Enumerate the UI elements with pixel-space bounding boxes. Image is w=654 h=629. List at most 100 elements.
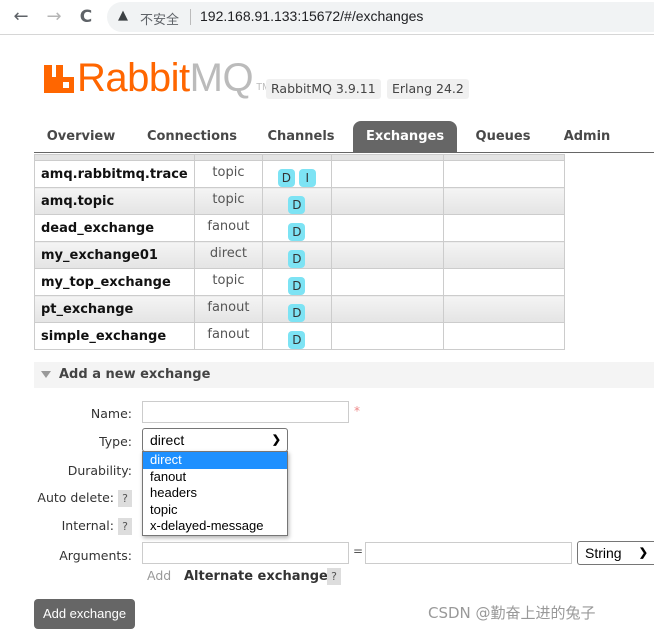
browser-toolbar: ← → C ▲ 不安全 192.168.91.133:15672/#/excha… [0,0,654,35]
exchange-features: D [262,295,332,323]
argument-value-input[interactable] [365,542,572,564]
exchange-name-link[interactable]: my_top_exchange [34,268,195,296]
durable-badge: D [288,223,306,241]
exchange-name-input[interactable] [142,401,349,423]
address-bar[interactable]: ▲ 不安全 192.168.91.133:15672/#/exchanges [107,2,654,32]
exchange-type: topic [193,268,264,296]
chevron-down-icon: ❯ [271,434,281,446]
forward-arrow-icon[interactable]: → [43,6,65,28]
durable-badge: D [288,196,306,214]
message-rate-in [330,160,444,188]
message-rate-in [330,187,444,215]
erlang-version-badge: Erlang 24.2 [387,79,469,99]
tab-admin[interactable]: Admin [550,121,624,153]
internal-label: Internal:? [20,518,132,535]
exchange-features: DI [262,160,332,188]
section-title: Add a new exchange [59,367,211,382]
table-row: dead_exchange fanout D [34,214,566,242]
type-option-topic[interactable]: topic [143,502,287,519]
rabbitmq-version-badge: RabbitMQ 3.9.11 [266,79,381,99]
durable-badge: D [288,304,306,322]
exchange-type: fanout [193,322,264,350]
add-exchange-section-toggle[interactable]: Add a new exchange [34,362,654,388]
exchange-name-link[interactable]: dead_exchange [34,214,195,242]
exchange-features: D [262,187,332,215]
message-rate-out [442,160,566,188]
durable-badge: D [288,250,306,268]
exchange-name-link[interactable]: pt_exchange [34,295,195,323]
type-option-fanout[interactable]: fanout [143,469,287,486]
table-row: amq.topic topic D [34,187,566,215]
divider [190,9,191,25]
add-exchange-button[interactable]: Add exchange [34,599,135,629]
internal-help-icon[interactable]: ? [118,518,132,535]
message-rate-in [330,322,444,350]
exchange-features: D [262,268,332,296]
message-rate-in [330,214,444,242]
message-rate-out [442,187,566,215]
exchange-name-link[interactable]: amq.topic [34,187,195,215]
message-rate-out [442,322,566,350]
exchange-name-link[interactable]: my_exchange01 [34,241,195,269]
exchanges-table: amq.rabbitmq.trace topic DI amq.topic to… [34,154,566,350]
alternate-exchange-link[interactable]: Alternate exchange [184,569,328,584]
collapse-triangle-icon [41,371,51,378]
alternate-exchange-help-icon[interactable]: ? [327,568,341,585]
exchange-type: fanout [193,295,264,323]
durable-badge: D [277,169,295,187]
reload-icon[interactable]: C [75,6,97,28]
message-rate-out [442,241,566,269]
durable-badge: D [288,277,306,295]
watermark: CSDN @勤奋上进的兔子 [428,604,596,622]
back-arrow-icon[interactable]: ← [10,6,32,28]
url-text[interactable]: 192.168.91.133:15672/#/exchanges [200,8,423,24]
tab-channels[interactable]: Channels [256,121,346,153]
exchange-features: D [262,214,332,242]
exchange-type: direct [193,241,264,269]
auto-delete-help-icon[interactable]: ? [118,490,132,507]
auto-delete-label: Auto delete:? [20,490,132,507]
logo-text-mq: MQ [189,56,254,100]
rabbit-logo-icon [44,65,74,93]
auto-delete-text: Auto delete: [37,490,114,505]
table-row: my_top_exchange topic D [34,268,566,296]
security-label[interactable]: 不安全 [140,9,179,28]
arguments-label: Arguments: [59,548,132,563]
type-selected-value: direct [150,432,185,448]
message-rate-in [330,241,444,269]
table-row: amq.rabbitmq.trace topic DI [34,160,566,188]
exchange-features: D [262,241,332,269]
type-label: Type: [99,434,132,449]
exchange-type: topic [193,187,264,215]
internal-text: Internal: [61,518,114,533]
exchange-type: topic [193,160,264,188]
tab-connections[interactable]: Connections [134,121,250,153]
required-marker: * [354,404,360,418]
type-option-x-delayed-message[interactable]: x-delayed-message [143,518,287,535]
type-option-headers[interactable]: headers [143,485,287,502]
exchange-name-link[interactable]: amq.rabbitmq.trace [34,160,195,188]
argument-key-input[interactable] [142,542,349,564]
message-rate-in [330,295,444,323]
message-rate-in [330,268,444,296]
exchange-type-select[interactable]: direct ❯ [142,428,288,452]
add-argument-link[interactable]: Add [147,568,171,583]
rabbitmq-logo[interactable]: Rabbit MQ TM [44,56,271,100]
logo-text-rabbit: Rabbit [77,56,190,100]
type-option-direct[interactable]: direct [143,452,287,469]
warning-icon[interactable]: ▲ [118,8,128,23]
message-rate-out [442,214,566,242]
exchange-features: D [262,322,332,350]
durability-label: Durability: [67,463,132,478]
exchange-name-link[interactable]: simple_exchange [34,322,195,350]
tab-overview[interactable]: Overview [34,121,128,153]
message-rate-out [442,295,566,323]
tab-exchanges[interactable]: Exchanges [353,121,457,153]
exchange-type-dropdown: direct fanout headers topic x-delayed-me… [142,451,288,536]
equals-sign: = [353,544,364,558]
table-row: my_exchange01 direct D [34,241,566,269]
tab-queues[interactable]: Queues [463,121,543,153]
table-row: simple_exchange fanout D [34,322,566,350]
argument-type-select[interactable]: String ❯ [577,541,654,565]
main-nav-tabs: Overview Connections Channels Exchanges … [34,121,654,153]
